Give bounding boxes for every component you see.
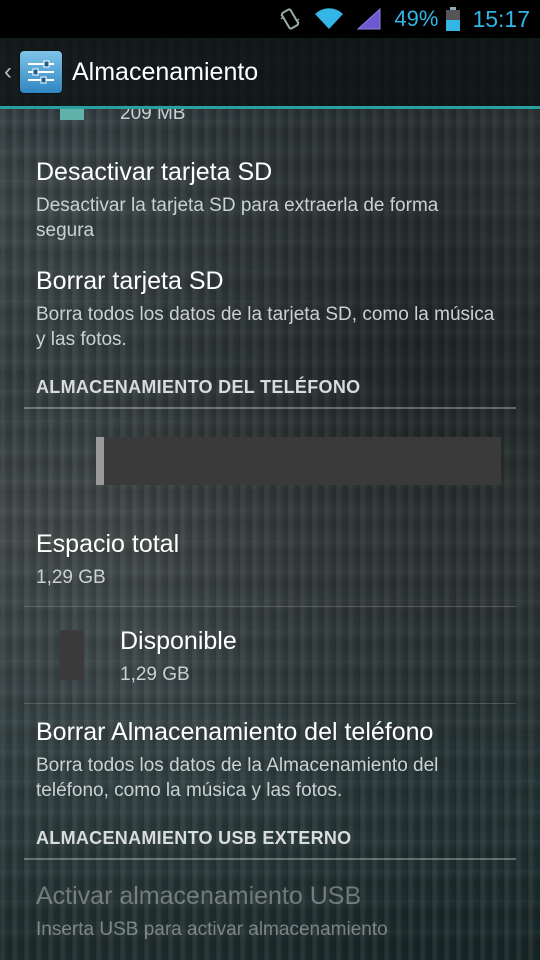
available-value: 1,29 GB	[120, 664, 190, 685]
battery-icon	[446, 7, 461, 31]
divider	[24, 606, 516, 607]
erase-phone-storage-title: Borrar Almacenamiento del teléfono	[36, 718, 434, 746]
mount-usb-summary: Inserta USB para activar almacenamiento	[36, 919, 388, 940]
clock: 15:17	[472, 5, 530, 32]
total-space-value: 1,29 GB	[36, 567, 106, 588]
divider	[24, 703, 516, 704]
available-title: Disponible	[120, 627, 237, 655]
available-swatch	[60, 630, 84, 680]
phone-storage-header: ALMACENAMIENTO DEL TELÉFONO	[36, 377, 361, 397]
status-bar: 49% 15:17	[0, 0, 540, 38]
total-space-item: Espacio total 1,29 GB	[36, 530, 516, 590]
unmount-sd-summary: Desactivar la tarjeta SD para extraerla …	[36, 195, 439, 241]
mount-usb-item[interactable]: Activar almacenamiento USB Inserta USB p…	[36, 882, 516, 942]
erase-phone-storage-summary: Borra todos los datos de la Almacenamien…	[36, 755, 439, 801]
page-title: Almacenamiento	[72, 57, 259, 86]
usage-bar-used-segment	[96, 437, 105, 485]
wifi-icon	[314, 7, 344, 31]
usb-storage-header: ALMACENAMIENTO USB EXTERNO	[36, 828, 352, 848]
erase-sd-summary: Borra todos los datos de la tarjeta SD, …	[36, 304, 495, 350]
unmount-sd-item[interactable]: Desactivar tarjeta SD Desactivar la tarj…	[36, 158, 516, 243]
available-item: Disponible 1,29 GB	[120, 627, 500, 687]
back-chevron-icon[interactable]: ‹	[4, 58, 18, 86]
phone-storage-header-line	[24, 407, 516, 409]
mount-usb-title: Activar almacenamiento USB	[36, 882, 362, 910]
erase-sd-item[interactable]: Borrar tarjeta SD Borra todos los datos …	[36, 267, 516, 352]
action-bar: ‹ Almacenamiento	[0, 38, 540, 109]
settings-sliders-icon[interactable]	[20, 51, 62, 93]
erase-sd-title: Borrar tarjeta SD	[36, 267, 224, 295]
vibrate-icon	[278, 7, 302, 31]
erase-phone-storage-item[interactable]: Borrar Almacenamiento del teléfono Borra…	[36, 718, 516, 803]
unmount-sd-title: Desactivar tarjeta SD	[36, 158, 273, 186]
total-space-title: Espacio total	[36, 530, 180, 558]
signal-icon	[356, 7, 382, 31]
phone-storage-usage-bar	[96, 437, 501, 485]
battery-percent: 49%	[394, 6, 439, 31]
storage-list: 209 MB Desactivar tarjeta SD Desactivar …	[0, 0, 540, 960]
usb-storage-header-line	[24, 858, 516, 860]
